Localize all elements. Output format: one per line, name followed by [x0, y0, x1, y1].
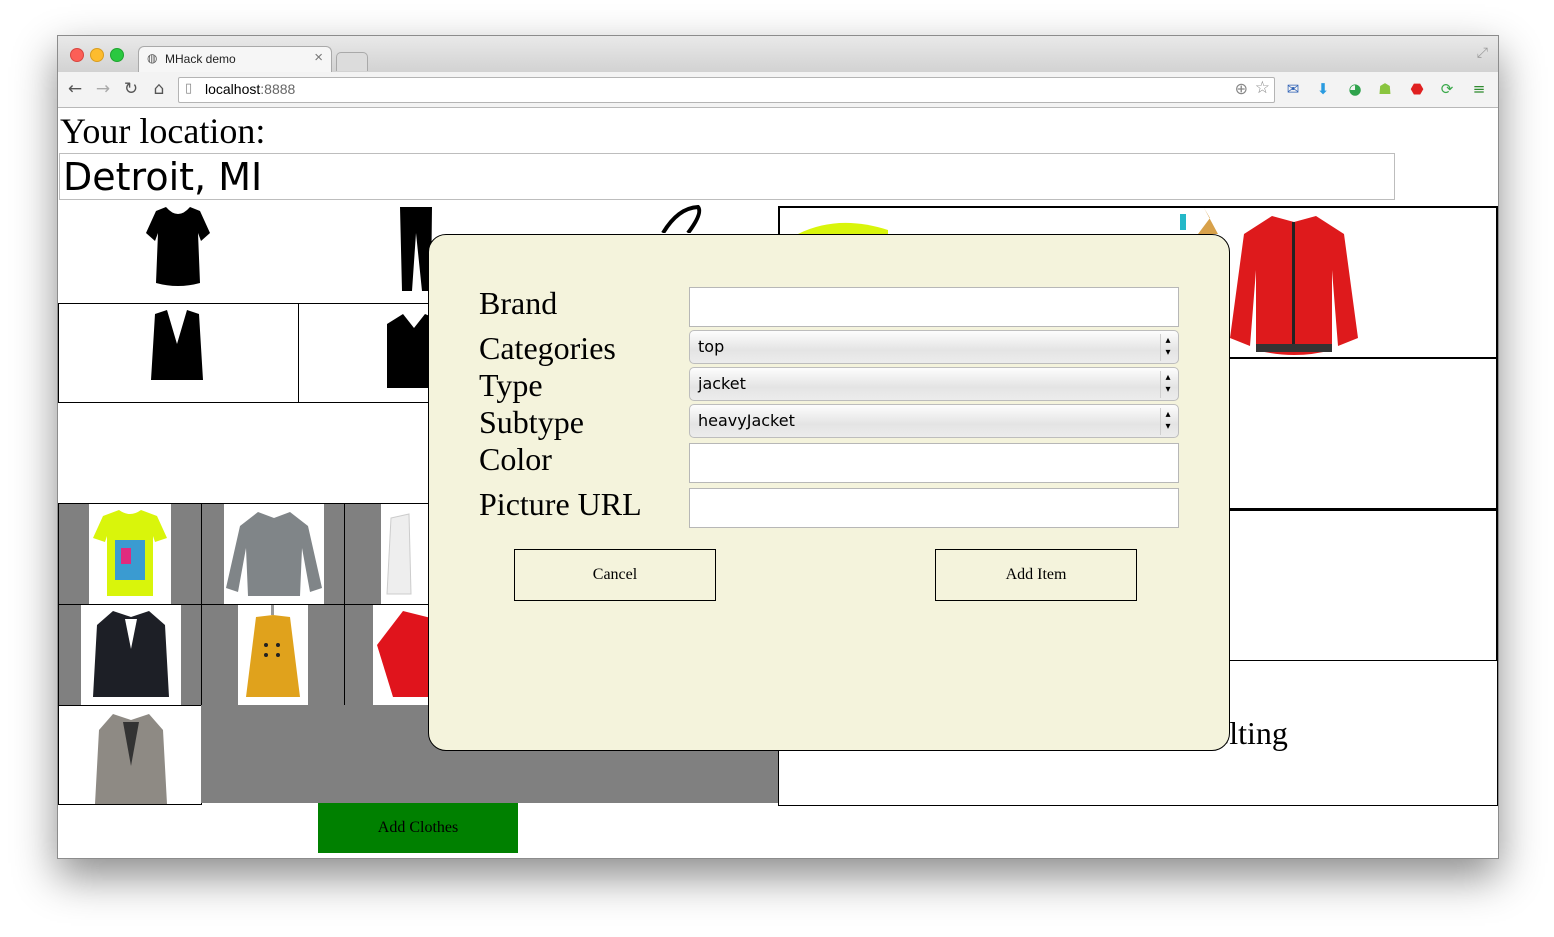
type-select[interactable]: jacket ▴ ▾	[689, 367, 1179, 401]
type-select-value: jacket	[698, 374, 746, 393]
location-label: Your location:	[60, 111, 266, 151]
subtype-select[interactable]: heavyJacket ▴ ▾	[689, 404, 1179, 438]
select-arrows-icon: ▴ ▾	[1160, 334, 1175, 361]
accessory-silhouette-icon	[661, 204, 702, 235]
select-arrows-icon: ▴ ▾	[1160, 408, 1175, 435]
red-jacket-preview	[1230, 216, 1358, 355]
fullscreen-icon[interactable]: ⤢	[1477, 45, 1488, 61]
android-icon[interactable]: ☗	[1376, 80, 1394, 98]
tab-close-icon[interactable]: ×	[314, 49, 323, 66]
stop-icon[interactable]: ⬣	[1408, 80, 1426, 98]
address-bar[interactable]: ▯ localhost:8888 ⊕ ☆	[178, 77, 1275, 103]
gray-sweater-image	[226, 512, 322, 596]
subtype-select-value: heavyJacket	[698, 411, 795, 430]
category-accessory[interactable]	[538, 203, 778, 235]
vest-silhouette-icon	[151, 310, 203, 380]
zoom-window-button[interactable]	[110, 48, 124, 62]
brand-label: Brand	[479, 285, 558, 321]
category-top-shirt[interactable]	[58, 203, 298, 303]
subtype-label: Subtype	[479, 404, 584, 440]
sync-icon[interactable]: ⟳	[1438, 80, 1456, 98]
clothing-thumb-black-blazer[interactable]	[58, 604, 202, 706]
clothing-thumb-white-cardigan[interactable]	[344, 503, 434, 605]
location-icon[interactable]: ⊕	[1235, 79, 1248, 98]
globe-icon: ◍	[147, 51, 158, 65]
chrome-ext-icon[interactable]: ◕	[1346, 80, 1364, 98]
white-cardigan-image	[386, 513, 412, 595]
tab-mhack-demo[interactable]: ◍ MHack demo ×	[138, 46, 332, 73]
star-icon[interactable]: ☆	[1255, 78, 1270, 98]
tab-title: MHack demo	[165, 52, 236, 66]
page-content: Your location: Detroit, MI elting Add Cl…	[58, 108, 1498, 858]
brand-input[interactable]	[689, 287, 1179, 327]
black-blazer-image	[93, 611, 169, 697]
minimize-window-button[interactable]	[90, 48, 104, 62]
gray-blazer-image	[95, 714, 167, 804]
add-item-button[interactable]: Add Item	[935, 549, 1137, 601]
forward-button[interactable]: →	[92, 78, 114, 100]
type-label: Type	[479, 367, 543, 403]
add-item-dialog: Brand Categories top ▴ ▾ Type jacket ▴ ▾ S…	[428, 234, 1230, 751]
yellow-tshirt-image	[93, 510, 167, 596]
picture-url-label: Picture URL	[479, 486, 642, 522]
categories-select[interactable]: top ▴ ▾	[689, 330, 1179, 364]
picture-url-input[interactable]	[689, 488, 1179, 528]
new-tab-button[interactable]	[336, 52, 368, 71]
close-window-button[interactable]	[70, 48, 84, 62]
categories-label: Categories	[479, 330, 616, 366]
mail-icon[interactable]: ✉	[1284, 80, 1302, 98]
location-input[interactable]: Detroit, MI	[59, 153, 1395, 200]
reload-button[interactable]: ↻	[120, 78, 142, 100]
red-jacket-image	[377, 611, 433, 697]
clothing-thumb-red-jacket[interactable]	[344, 604, 434, 706]
yellow-shirt-preview	[798, 222, 888, 234]
home-button[interactable]: ⌂	[148, 78, 170, 100]
back-button[interactable]: ←	[64, 78, 86, 100]
tshirt-silhouette-icon	[146, 207, 210, 286]
title-bar: ◍ MHack demo × ⤢	[58, 36, 1498, 73]
category-vest[interactable]	[58, 303, 299, 403]
download-icon[interactable]: ⬇	[1314, 80, 1332, 98]
categories-select-value: top	[698, 337, 725, 356]
menu-icon[interactable]: ≡	[1470, 80, 1488, 98]
color-label: Color	[479, 441, 552, 477]
clothing-thumb-gray-blazer[interactable]	[58, 705, 202, 805]
url-host: localhost	[205, 81, 261, 97]
yellow-coat-image	[246, 605, 300, 697]
select-arrows-icon: ▴ ▾	[1160, 371, 1175, 398]
cancel-button[interactable]: Cancel	[514, 549, 716, 601]
clothing-thumb-yellow-coat[interactable]	[201, 604, 345, 706]
browser-toolbar: ← → ↻ ⌂ ▯ localhost:8888 ⊕ ☆ ✉ ⬇ ◕ ☗ ⬣ ⟳…	[58, 72, 1498, 108]
clothing-thumb-yellow-tshirt[interactable]	[58, 503, 202, 605]
color-input[interactable]	[689, 443, 1179, 483]
coat-hanger-preview	[1180, 208, 1218, 234]
add-clothes-button[interactable]: Add Clothes	[318, 803, 518, 853]
browser-window: ◍ MHack demo × ⤢ ← → ↻ ⌂ ▯ localhost:888…	[57, 35, 1499, 859]
page-icon: ▯	[185, 81, 193, 96]
url-port: :8888	[260, 81, 296, 97]
clothing-thumb-gray-sweater[interactable]	[201, 503, 345, 605]
